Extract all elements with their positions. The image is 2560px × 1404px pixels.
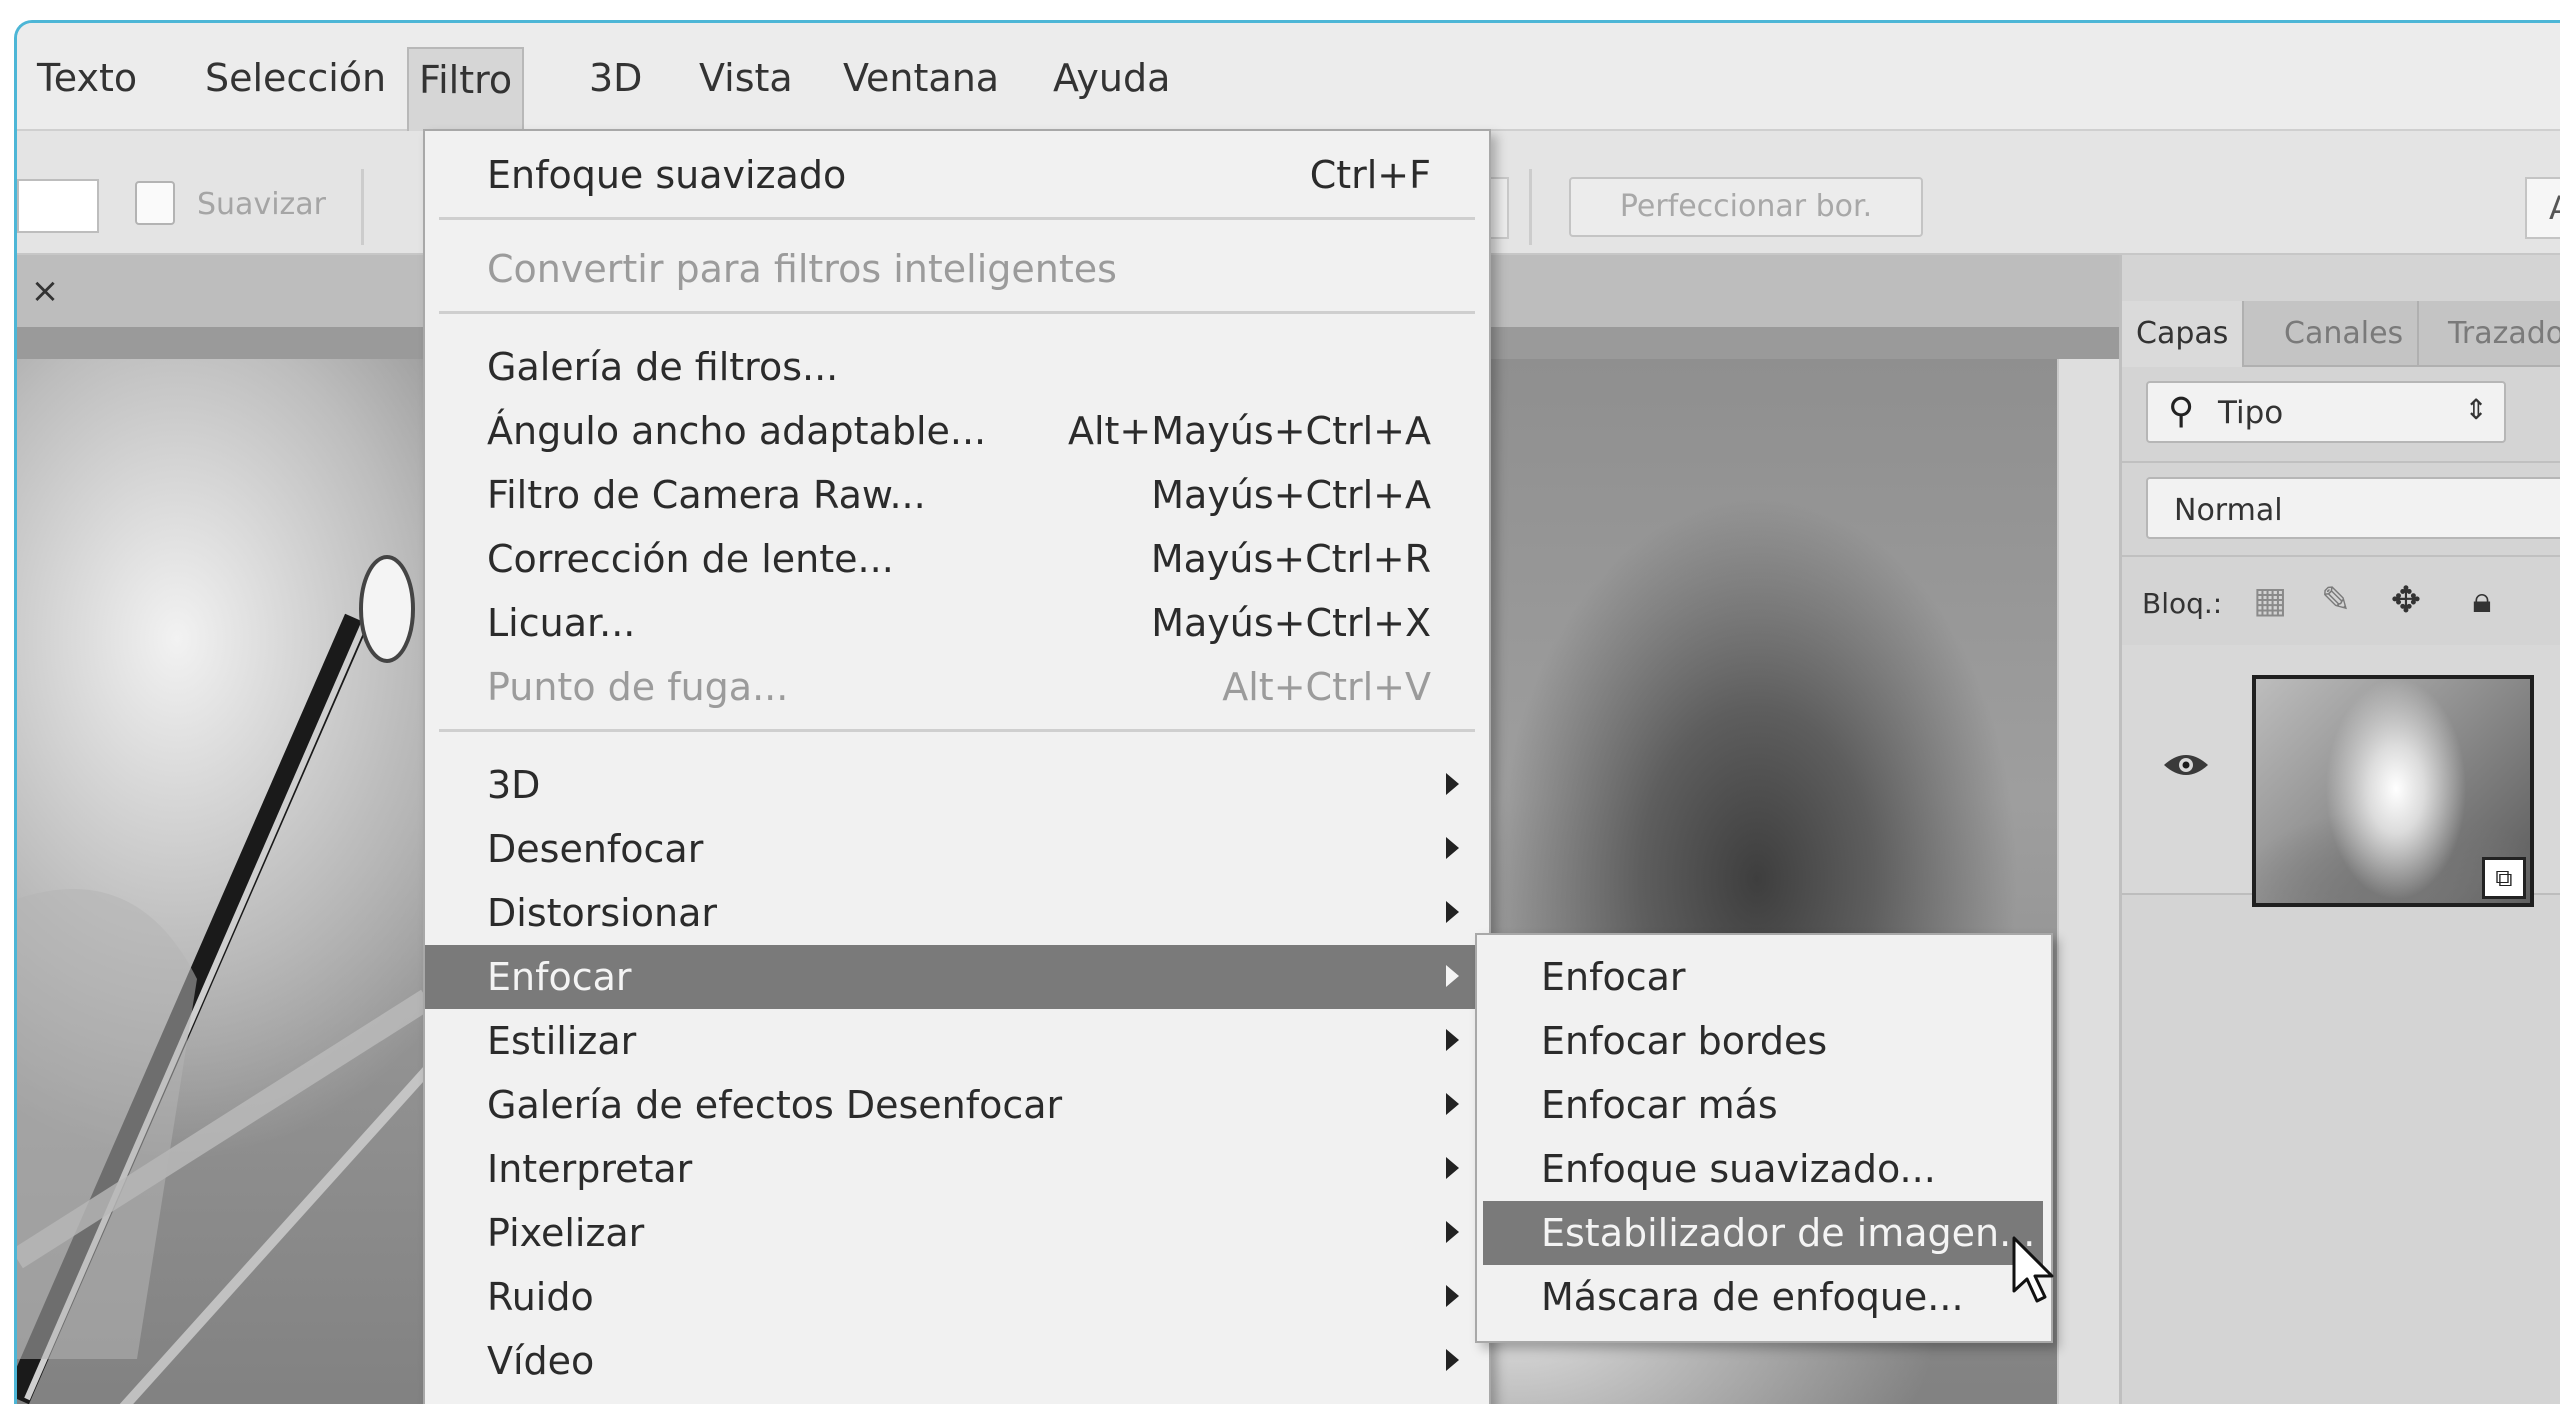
menu-item-distort[interactable]: Distorsionar xyxy=(425,881,1489,945)
lock-transparent-pixels-icon[interactable]: ▦ xyxy=(2248,579,2292,623)
menu-item-lens-correction[interactable]: Corrección de lente... Mayús+Ctrl+R xyxy=(425,527,1489,591)
menu-item-render[interactable]: Interpretar xyxy=(425,1137,1489,1201)
application-window: Texto Selección Filtro 3D Vista Ventana … xyxy=(14,20,2560,1404)
options-divider xyxy=(1529,169,1532,245)
layer-kind-filter-row: ⚲ Tipo ⇕ xyxy=(2122,367,2560,463)
menu-separator xyxy=(439,217,1475,220)
menu-3d[interactable]: 3D xyxy=(579,53,652,103)
eye-icon[interactable] xyxy=(2162,745,2210,785)
blend-mode-row: Normal xyxy=(2122,463,2560,557)
refine-edge-button[interactable]: Perfeccionar bor. xyxy=(1569,177,1923,237)
chevron-right-icon xyxy=(1446,965,1459,987)
lock-label: Bloq.: xyxy=(2142,587,2223,620)
menu-item-last-filter[interactable]: Enfoque suavizado Ctrl+F xyxy=(425,143,1489,207)
vertical-scrollbar[interactable] xyxy=(2057,359,2119,1404)
layer-row[interactable]: ⧉ C xyxy=(2122,645,2560,907)
layer-kind-select[interactable]: ⚲ Tipo ⇕ xyxy=(2146,381,2506,443)
tab-layers[interactable]: Capas xyxy=(2122,301,2245,367)
menu-separator xyxy=(439,311,1475,314)
close-icon[interactable]: × xyxy=(23,269,67,313)
menu-item-liquify[interactable]: Licuar... Mayús+Ctrl+X xyxy=(425,591,1489,655)
lock-image-pixels-icon[interactable]: ✎ xyxy=(2314,579,2358,623)
menu-item-camera-raw[interactable]: Filtro de Camera Raw... Mayús+Ctrl+A xyxy=(425,463,1489,527)
menu-ayuda[interactable]: Ayuda xyxy=(1043,53,1180,103)
submenu-item-shake-reduction[interactable]: Estabilizador de imagen... xyxy=(1483,1201,2043,1265)
lock-all-icon[interactable]: 🔒︎ xyxy=(2460,579,2504,623)
menu-item-stylize[interactable]: Estilizar xyxy=(425,1009,1489,1073)
chevron-right-icon xyxy=(1446,1029,1459,1051)
menu-seleccion[interactable]: Selección xyxy=(195,53,396,103)
sharpen-submenu: Enfocar Enfocar bordes Enfocar más Enfoq… xyxy=(1475,933,2053,1343)
submenu-item-sharpen-more[interactable]: Enfocar más xyxy=(1483,1073,2043,1137)
menu-item-vanishing-point: Punto de fuga... Alt+Ctrl+V xyxy=(487,665,1431,709)
menu-item-convert-smart-filters: Convertir para filtros inteligentes xyxy=(487,247,1117,291)
chevron-right-icon xyxy=(1446,773,1459,795)
menu-item-3d[interactable]: 3D xyxy=(425,753,1489,817)
arrow-cursor-icon xyxy=(2012,1236,2054,1303)
filter-menu: Enfoque suavizado Ctrl+F Convertir para … xyxy=(423,129,1491,1404)
menu-item-filter-gallery[interactable]: Galería de filtros... xyxy=(425,335,1489,399)
shortcut-label: Ctrl+F xyxy=(1309,153,1431,197)
updown-arrows-icon: ⇕ xyxy=(2464,393,2488,426)
submenu-item-smart-sharpen[interactable]: Enfoque suavizado... xyxy=(1483,1137,2043,1201)
menu-item-adaptive-wide-angle[interactable]: Ángulo ancho adaptable... Alt+Mayús+Ctrl… xyxy=(425,399,1489,463)
menu-texto[interactable]: Texto xyxy=(27,53,147,103)
menu-item-pixelate[interactable]: Pixelizar xyxy=(425,1201,1489,1265)
menu-item-blur-gallery[interactable]: Galería de efectos Desenfocar xyxy=(425,1073,1489,1137)
options-right-button[interactable]: A xyxy=(2525,177,2560,239)
lock-position-icon[interactable]: ✥ xyxy=(2384,579,2428,623)
smooth-label: Suavizar xyxy=(197,187,326,222)
submenu-item-sharpen[interactable]: Enfocar xyxy=(1483,945,2043,1009)
smart-object-icon: ⧉ xyxy=(2482,857,2526,899)
tab-paths[interactable]: Trazados xyxy=(2434,301,2560,367)
chevron-right-icon xyxy=(1446,1349,1459,1371)
layer-thumbnail[interactable]: ⧉ xyxy=(2252,675,2534,907)
blend-mode-select[interactable]: Normal xyxy=(2146,477,2560,539)
menu-ventana[interactable]: Ventana xyxy=(833,53,1009,103)
chevron-right-icon xyxy=(1446,901,1459,923)
menu-filtro[interactable]: Filtro xyxy=(407,47,525,131)
menu-item-blur[interactable]: Desenfocar xyxy=(425,817,1489,881)
menu-bar: Texto Selección Filtro 3D Vista Ventana … xyxy=(17,23,2560,131)
panel-tab-bar: Capas Canales Trazados xyxy=(2122,301,2560,367)
feather-field[interactable] xyxy=(17,179,99,233)
menu-item-other[interactable]: Otro xyxy=(425,1393,1489,1404)
kind-filter-label: Tipo xyxy=(2218,395,2284,431)
blend-mode-label: Normal xyxy=(2174,493,2283,528)
chevron-right-icon xyxy=(1446,1221,1459,1243)
tab-channels[interactable]: Canales xyxy=(2270,301,2420,367)
submenu-item-unsharp-mask[interactable]: Máscara de enfoque... xyxy=(1483,1265,2043,1329)
submenu-item-sharpen-edges[interactable]: Enfocar bordes xyxy=(1483,1009,2043,1073)
chevron-right-icon xyxy=(1446,1157,1459,1179)
chevron-right-icon xyxy=(1446,1285,1459,1307)
smooth-checkbox[interactable] xyxy=(135,181,175,225)
menu-item-sharpen[interactable]: Enfocar xyxy=(425,945,1489,1009)
layers-panel: Capas Canales Trazados ⚲ Tipo ⇕ Normal B… xyxy=(2119,255,2560,1404)
menu-separator xyxy=(439,729,1475,732)
menu-item-noise[interactable]: Ruido xyxy=(425,1265,1489,1329)
options-divider xyxy=(361,169,364,245)
chevron-right-icon xyxy=(1446,837,1459,859)
search-icon: ⚲ xyxy=(2168,391,2195,432)
lock-row: Bloq.: ▦ ✎ ✥ 🔒︎ xyxy=(2122,557,2560,647)
menu-item-video[interactable]: Vídeo xyxy=(425,1329,1489,1393)
menu-vista[interactable]: Vista xyxy=(689,53,803,103)
chevron-right-icon xyxy=(1446,1093,1459,1115)
